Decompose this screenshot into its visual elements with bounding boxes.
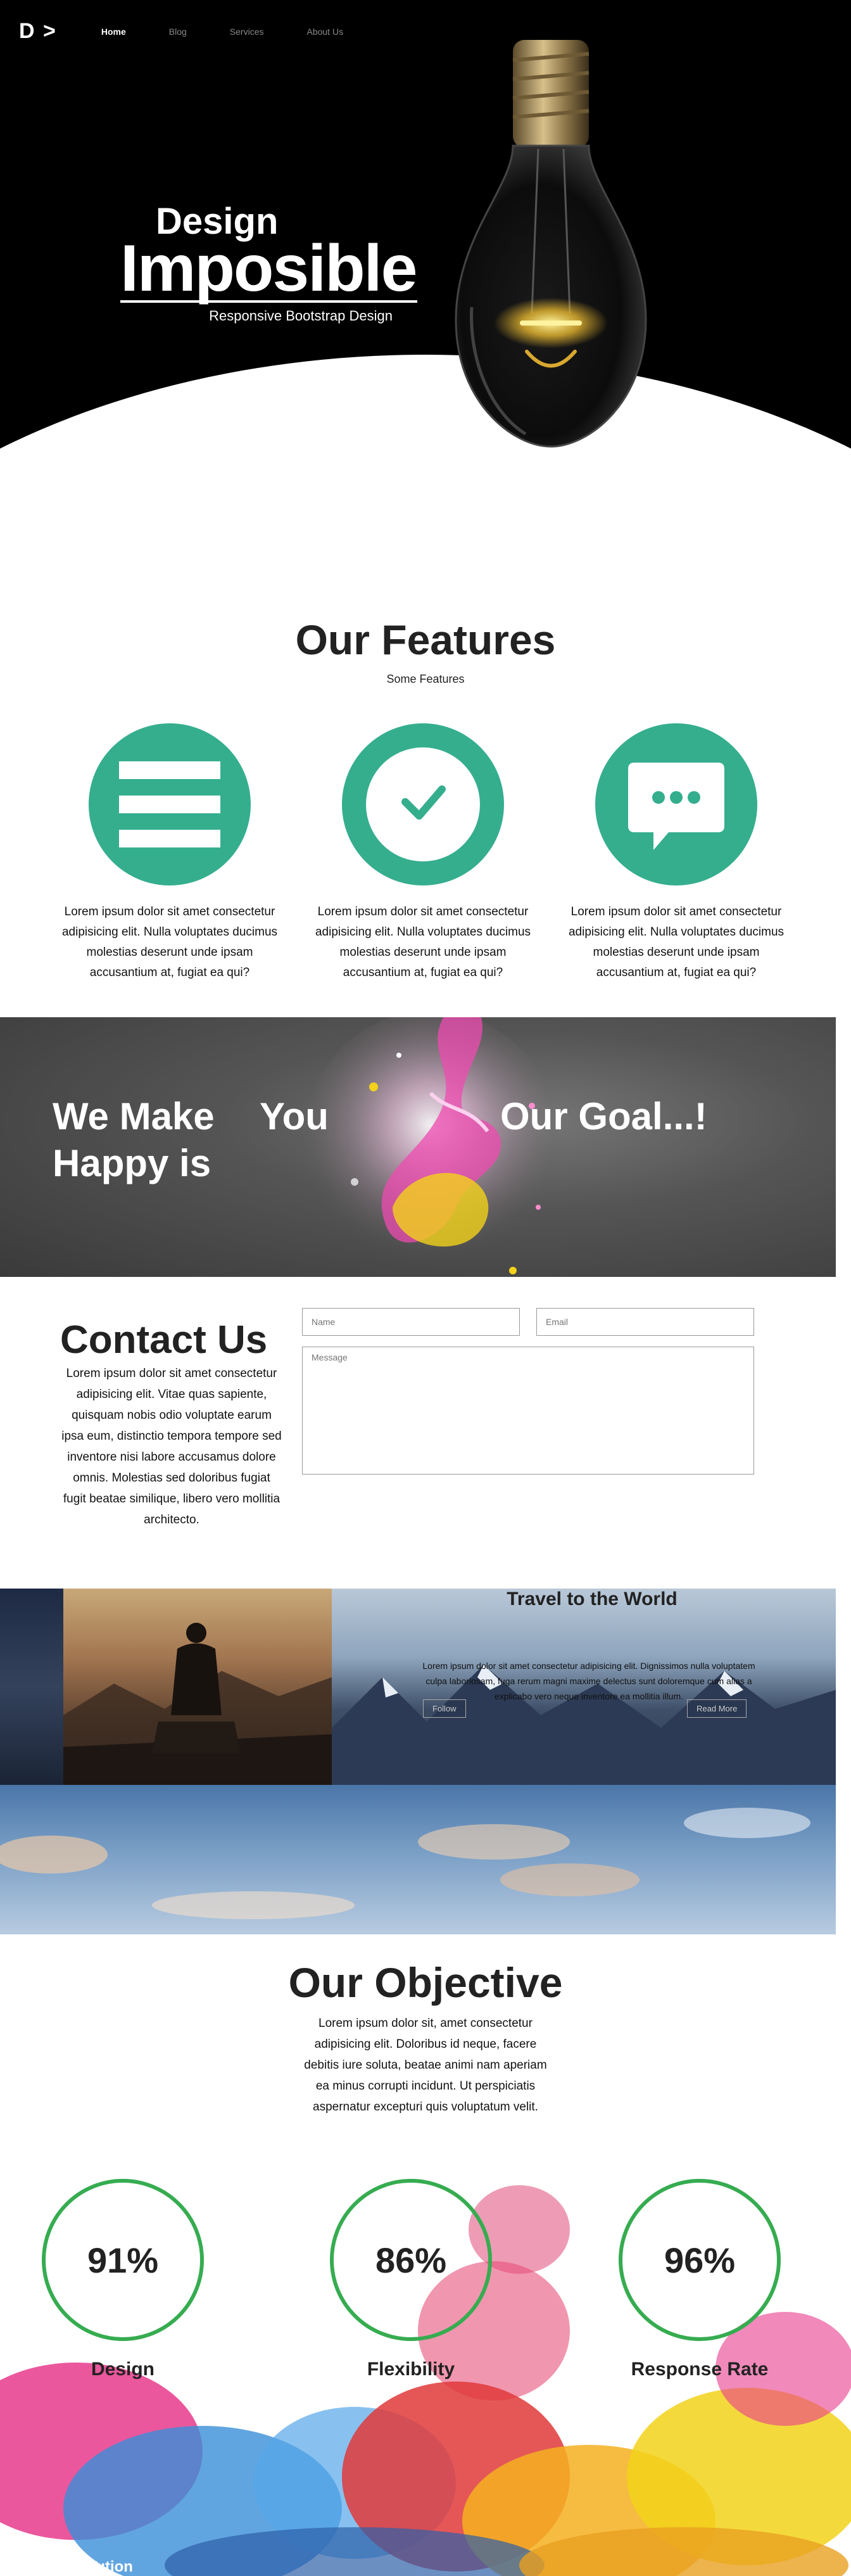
stat-label: Design (91, 2359, 155, 2380)
banner-text-we-make: We Make (53, 1095, 215, 1138)
hero-heading: Design Imposible Responsive Bootstrap De… (120, 203, 417, 324)
nav-item-about[interactable]: About Us (306, 27, 343, 37)
email-input[interactable] (536, 1308, 754, 1336)
features-subtitle: Some Features (386, 673, 465, 685)
light-bulb-image (455, 40, 647, 448)
menu-icon (119, 761, 220, 847)
hero-subtitle: Responsive Bootstrap Design (209, 308, 393, 324)
nav-item-blog[interactable]: Blog (169, 27, 187, 37)
site-logo[interactable]: D > (19, 19, 57, 44)
features-title: Our Features (295, 616, 556, 663)
feature-text: Lorem ipsum dolor sit amet consectetur a… (315, 905, 531, 979)
travel-section: Travel to the World Lorem ipsum dolor si… (0, 1589, 836, 1785)
contact-section: Contact Us Lorem ipsum dolor sit amet co… (0, 1292, 851, 1571)
feature-icon-circle (342, 723, 504, 885)
abstract-smoke-image (304, 1017, 557, 1274)
follow-button[interactable]: Follow (423, 1699, 466, 1718)
nav-item-home[interactable]: Home (101, 27, 126, 37)
hero-line-imposible: Imposible (120, 232, 417, 305)
footer-copyright: 2018 © Daily Tution (0, 2558, 133, 2575)
stat-flexibility: 86% Flexibility (329, 2179, 493, 2380)
stats-section: 91% Design 86% Flexibility 96% Response … (0, 2179, 851, 2576)
mountain-strip-image (0, 1589, 63, 1785)
objective-description: Lorem ipsum dolor sit, amet consectetur … (304, 2017, 547, 2114)
stat-design: 91% Design (41, 2179, 205, 2380)
feature-text: Lorem ipsum dolor sit amet consectetur a… (568, 905, 785, 979)
read-more-button[interactable]: Read More (687, 1699, 747, 1718)
features-list: Lorem ipsum dolor sit amet consectetur a… (56, 723, 790, 983)
goal-banner: We Make Happy is You Our Goal...! (0, 1017, 836, 1277)
travel-description: Lorem ipsum dolor sit amet consectetur a… (422, 1661, 755, 1701)
hero-curve-divider (0, 355, 851, 595)
top-nav: D > Home Blog Services About Us (19, 19, 386, 44)
clouds-image (0, 1808, 810, 1919)
banner-text-happy-is: Happy is (53, 1142, 211, 1184)
travel-title: Travel to the World (507, 1589, 678, 1609)
banner-text-you: You (260, 1095, 329, 1138)
feature-card: Lorem ipsum dolor sit amet consectetur a… (309, 723, 537, 983)
stat-label: Response Rate (631, 2359, 769, 2380)
stat-ring: 96% (619, 2179, 781, 2341)
chat-bubble-icon (628, 763, 724, 850)
stat-ring: 91% (42, 2179, 204, 2341)
stat-label: Flexibility (367, 2359, 455, 2380)
feature-card: Lorem ipsum dolor sit amet consectetur a… (56, 723, 284, 983)
stat-ring: 86% (330, 2179, 492, 2341)
check-circle-icon (366, 747, 480, 861)
name-input[interactable] (302, 1308, 520, 1336)
objective-section: Our Objective Lorem ipsum dolor sit, ame… (0, 1957, 851, 2117)
nav-item-services[interactable]: Services (230, 27, 264, 37)
message-textarea[interactable] (302, 1347, 754, 1475)
features-section: Our Features Some Features Lorem ipsum d… (0, 614, 851, 979)
feature-icon-circle (89, 723, 251, 885)
objective-title: Our Objective (288, 1959, 563, 2006)
contact-description: Lorem ipsum dolor sit amet consectetur a… (61, 1367, 282, 1526)
hiker-silhouette-image (63, 1623, 332, 1785)
feature-card: Lorem ipsum dolor sit amet consectetur a… (562, 723, 790, 983)
banner-text-goal: Our Goal...! (500, 1095, 707, 1138)
contact-title: Contact Us (60, 1318, 268, 1362)
hero-section: D > Home Blog Services About Us Design I… (0, 0, 851, 595)
feature-icon-circle (595, 723, 757, 885)
stat-response-rate: 96% Response Rate (617, 2179, 782, 2380)
hiker-photo (63, 1589, 332, 1785)
sky-clouds-image (0, 1785, 836, 1934)
feature-text: Lorem ipsum dolor sit amet consectetur a… (61, 905, 278, 979)
